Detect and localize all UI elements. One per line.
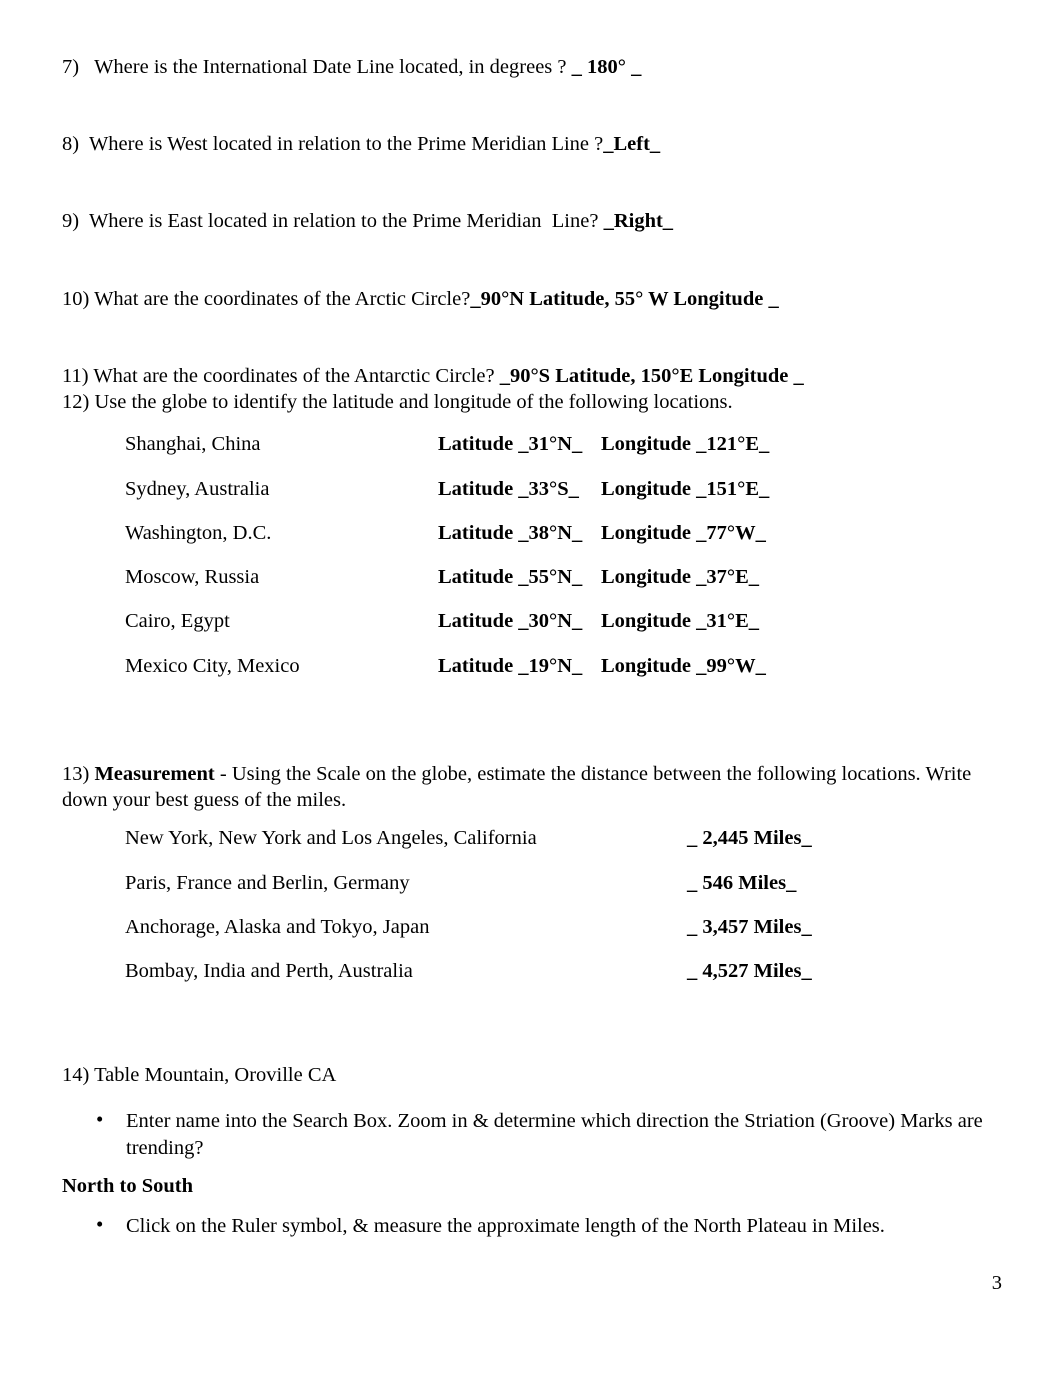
question-9: 9) Where is East located in relation to … <box>62 208 1002 234</box>
table-row: Paris, France and Berlin, Germany _ 546 … <box>125 870 940 914</box>
table-row: Washington, D.C. Latitude _38°N_ Longitu… <box>125 520 769 564</box>
longitude-value: Longitude _31°E_ <box>601 610 759 633</box>
longitude-value: Longitude _37°E_ <box>601 566 759 589</box>
list-item: • Click on the Ruler symbol, & measure t… <box>96 1212 1002 1239</box>
coordinates-table: Shanghai, China Latitude _31°N_ Longitud… <box>125 431 769 696</box>
location-pair: Bombay, India and Perth, Australia <box>125 959 413 982</box>
latitude-value: Latitude _38°N_ <box>438 521 583 544</box>
miles-value: _ 546 Miles_ <box>687 871 797 894</box>
measurement-label: Measurement <box>94 762 215 785</box>
question-14-prompt: 14) Table Mountain, Oroville CA <box>62 1064 337 1087</box>
question-13-number: 13) <box>62 762 95 785</box>
question-14-answer-1: North to South <box>62 1174 193 1197</box>
list-item: • Enter name into the Search Box. Zoom i… <box>96 1107 1002 1160</box>
page-content: 7) Where is the International Date Line … <box>62 54 1002 1245</box>
question-12-prompt: 12) Use the globe to identify the latitu… <box>62 391 733 414</box>
table-row: Bombay, India and Perth, Australia _ 4,5… <box>125 958 940 1002</box>
question-7-answer: _ 180° _ <box>571 56 642 78</box>
table-row: Moscow, Russia Latitude _55°N_ Longitude… <box>125 564 769 608</box>
city-name: Shanghai, China <box>125 433 261 456</box>
latitude-value: Latitude _30°N_ <box>438 610 583 633</box>
longitude-value: Longitude _151°E_ <box>601 477 770 500</box>
location-pair: Paris, France and Berlin, Germany <box>125 871 410 894</box>
question-8: 8) Where is West located in relation to … <box>62 131 1002 157</box>
question-13-prompt: 13) Measurement - Using the Scale on the… <box>62 761 1002 813</box>
question-11-answer: _90°S Latitude, 150°E Longitude _ <box>499 364 804 387</box>
list-item-text: Enter name into the Search Box. Zoom in … <box>126 1110 983 1159</box>
latitude-value: Latitude _55°N_ <box>438 566 583 589</box>
bullet-icon: • <box>96 1212 104 1237</box>
table-row: Cairo, Egypt Latitude _30°N_ Longitude _… <box>125 608 769 652</box>
table-row: New York, New York and Los Angeles, Cali… <box>125 825 940 869</box>
question-14-bullet-list-1: • Enter name into the Search Box. Zoom i… <box>96 1107 1002 1160</box>
miles-value: _ 2,445 Miles_ <box>687 827 812 850</box>
city-name: Cairo, Egypt <box>125 610 230 633</box>
longitude-value: Longitude _77°W_ <box>601 521 766 544</box>
question-8-answer: _Left_ <box>603 133 661 156</box>
question-13: 13) Measurement - Using the Scale on the… <box>62 761 1002 1002</box>
question-10: 10) What are the coordinates of the Arct… <box>62 286 1002 312</box>
question-9-prompt: 9) Where is East located in relation to … <box>62 210 604 233</box>
question-9-answer: _Right_ <box>603 210 674 233</box>
question-7: 7) Where is the International Date Line … <box>62 54 1002 80</box>
city-name: Washington, D.C. <box>125 521 272 544</box>
latitude-value: Latitude _31°N_ <box>438 433 583 456</box>
miles-value: _ 4,527 Miles_ <box>687 959 812 982</box>
table-row: Mexico City, Mexico Latitude _19°N_ Long… <box>125 653 769 697</box>
location-pair: New York, New York and Los Angeles, Cali… <box>125 827 537 850</box>
question-8-prompt: 8) Where is West located in relation to … <box>62 133 604 156</box>
worksheet-page: 7) Where is the International Date Line … <box>0 0 1062 1376</box>
question-14: 14) Table Mountain, Oroville CA • Enter … <box>62 1062 1002 1239</box>
distance-table: New York, New York and Los Angeles, Cali… <box>125 825 940 1002</box>
city-name: Mexico City, Mexico <box>125 654 300 677</box>
page-number: 3 <box>991 1271 1002 1294</box>
question-7-prompt: 7) Where is the International Date Line … <box>62 56 572 78</box>
question-11-prompt: 11) What are the coordinates of the Anta… <box>62 364 500 387</box>
city-name: Sydney, Australia <box>125 477 270 500</box>
miles-value: _ 3,457 Miles_ <box>687 915 812 938</box>
city-name: Moscow, Russia <box>125 566 260 589</box>
list-item-text: Click on the Ruler symbol, & measure the… <box>126 1215 885 1238</box>
latitude-value: Latitude _33°S_ <box>438 477 579 500</box>
latitude-value: Latitude _19°N_ <box>438 654 583 677</box>
question-11: 11) What are the coordinates of the Anta… <box>62 363 1002 389</box>
question-10-answer: _90°N Latitude, 55° W Longitude _ <box>470 287 779 310</box>
table-row: Sydney, Australia Latitude _33°S_ Longit… <box>125 476 769 520</box>
question-12: 12) Use the globe to identify the latitu… <box>62 389 1002 697</box>
longitude-value: Longitude _99°W_ <box>601 654 766 677</box>
table-row: Shanghai, China Latitude _31°N_ Longitud… <box>125 431 769 475</box>
question-14-bullet-list-2: • Click on the Ruler symbol, & measure t… <box>96 1212 1002 1239</box>
longitude-value: Longitude _121°E_ <box>601 433 770 456</box>
location-pair: Anchorage, Alaska and Tokyo, Japan <box>125 915 430 938</box>
question-10-prompt: 10) What are the coordinates of the Arct… <box>62 287 471 310</box>
table-row: Anchorage, Alaska and Tokyo, Japan _ 3,4… <box>125 914 940 958</box>
bullet-icon: • <box>96 1107 104 1132</box>
